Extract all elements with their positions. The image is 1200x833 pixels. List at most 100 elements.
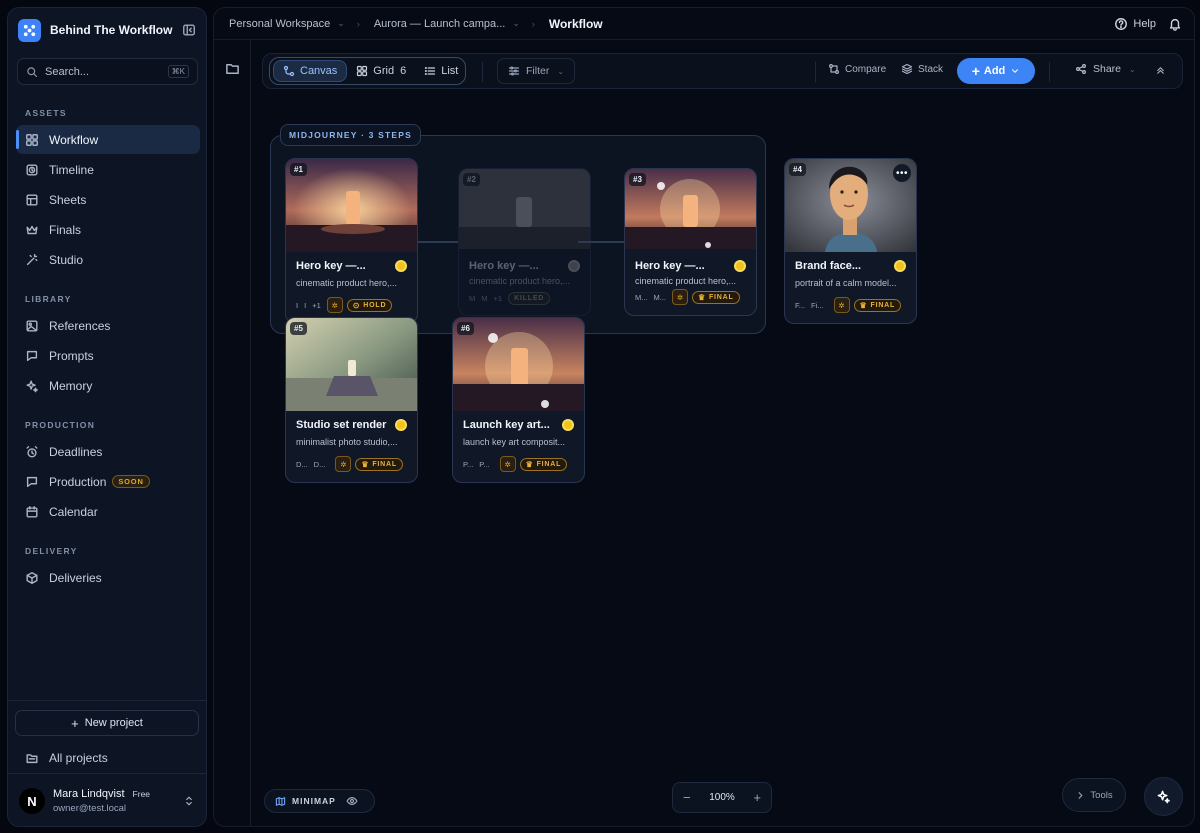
view-canvas-tab[interactable]: Canvas xyxy=(273,60,348,82)
chevron-down-icon: ⌄ xyxy=(337,18,345,28)
breadcrumb-workspace-label: Personal Workspace xyxy=(229,17,331,30)
user-email: owner@test.local xyxy=(53,803,127,814)
sidebar-item-references[interactable]: References xyxy=(16,311,200,340)
tools-button[interactable]: Tools xyxy=(1062,778,1126,812)
crown-icon: ♛ xyxy=(525,459,534,469)
search-icon xyxy=(27,66,38,77)
sidebar-item-finals[interactable]: Finals xyxy=(16,215,200,244)
sidebar-item-deadlines[interactable]: Deadlines xyxy=(16,437,200,466)
plus-icon: + xyxy=(971,63,980,79)
sidebar-item-timeline[interactable]: Timeline xyxy=(16,155,200,184)
view-list-label: List xyxy=(441,65,459,77)
crown-icon: ♛ xyxy=(698,292,706,302)
sidebar-item-label: Workflow xyxy=(49,132,99,147)
asset-card-4[interactable]: #4 ••• Brand face... portrait of a calm … xyxy=(784,158,917,324)
sidebar-item-workflow[interactable]: Workflow xyxy=(16,125,200,154)
sparkle-icon xyxy=(1157,790,1170,804)
status-pill: ♛ FINAL xyxy=(355,457,403,471)
app-logo-icon xyxy=(18,18,41,42)
minimap-label: MINIMAP xyxy=(292,796,336,806)
card-number: #3 xyxy=(629,173,646,186)
breadcrumb-workspace[interactable]: Personal Workspace ⌄ xyxy=(229,18,353,30)
sidebar-item-label: References xyxy=(49,318,111,333)
meta-item: M... xyxy=(653,292,667,302)
asset-card-1[interactable]: #1 Hero key —... cinematic product hero,… xyxy=(285,158,418,324)
status-dot xyxy=(395,260,407,272)
stack-button[interactable]: Stack xyxy=(901,63,943,75)
filter-icon xyxy=(508,66,520,76)
meta-item: Fi... xyxy=(811,300,824,310)
breadcrumb-project[interactable]: Aurora — Launch campa... ⌄ xyxy=(374,18,528,30)
share-button[interactable]: Share ⌄ xyxy=(1075,63,1136,75)
add-button[interactable]: + Add xyxy=(957,58,1035,84)
compare-button[interactable]: Compare xyxy=(828,63,886,75)
sidebar-item-production[interactable]: Production SOON xyxy=(16,467,200,496)
breadcrumb-project-label: Aurora — Launch campa... xyxy=(373,17,506,30)
sidebar-item-label: Deadlines xyxy=(49,444,103,459)
crown-icon: ♛ xyxy=(361,459,370,469)
grid-icon xyxy=(26,133,38,146)
view-list-tab[interactable]: List xyxy=(415,60,467,82)
stack-icon xyxy=(901,63,913,75)
meta-item: P... xyxy=(479,459,490,469)
brand[interactable]: Behind The Workflow xyxy=(18,17,196,43)
card-title: Launch key art... xyxy=(463,419,550,431)
chevron-down-icon: ⌄ xyxy=(557,66,565,76)
collapse-toolbar-icon[interactable] xyxy=(1155,65,1166,76)
sidebar-item-label: Production xyxy=(49,474,107,489)
sidebar-item-calendar[interactable]: Calendar xyxy=(16,497,200,526)
view-grid-tab[interactable]: Grid 6 xyxy=(347,60,415,82)
collapse-sidebar-icon[interactable] xyxy=(182,23,196,37)
folder-icon[interactable] xyxy=(225,61,240,76)
all-projects-label: All projects xyxy=(49,751,108,765)
card-title: Hero key —... xyxy=(296,260,366,272)
chevron-down-icon xyxy=(1012,69,1019,73)
minimap-toggle[interactable]: MINIMAP xyxy=(264,789,375,813)
midjourney-icon: ✲ xyxy=(335,456,352,472)
help-button[interactable]: Help xyxy=(1114,17,1156,31)
wand-icon xyxy=(26,253,38,265)
chevron-updown-icon[interactable] xyxy=(183,795,195,807)
chevron-right-icon xyxy=(1078,791,1083,799)
zoom-control: − 100% + xyxy=(672,782,772,813)
search-input[interactable]: Search... ⌘K xyxy=(17,58,198,85)
zoom-out-button[interactable]: − xyxy=(683,790,691,805)
new-project-button[interactable]: + New project xyxy=(15,710,199,736)
sidebar-item-deliveries[interactable]: Deliveries xyxy=(16,563,200,592)
meta-item: P... xyxy=(463,459,474,469)
asset-card-6[interactable]: #6 Launch key art... launch key art comp… xyxy=(452,317,585,483)
notifications-bell-icon[interactable] xyxy=(1168,17,1182,31)
zoom-level: 100% xyxy=(709,792,735,803)
card-title: Hero key —... xyxy=(469,260,539,272)
status-label: FINAL xyxy=(708,293,734,301)
view-switcher: Canvas Grid 6 List xyxy=(269,57,466,85)
plus-icon: + xyxy=(71,715,79,731)
sidebar-item-memory[interactable]: Memory xyxy=(16,371,200,400)
card-meta: D... D... ✲ ♛ FINAL xyxy=(296,456,409,472)
sidebar-item-studio[interactable]: Studio xyxy=(16,245,200,274)
ai-assistant-button[interactable] xyxy=(1144,777,1183,816)
status-dot xyxy=(395,419,407,431)
midjourney-icon: ✲ xyxy=(499,456,516,472)
zoom-in-button[interactable]: + xyxy=(753,790,761,805)
divider xyxy=(1049,62,1050,82)
more-options-icon[interactable]: ••• xyxy=(893,164,911,182)
card-title: Studio set render xyxy=(296,419,387,431)
status-pill: ♛ FINAL xyxy=(519,457,568,471)
card-meta: M... M... ✲ ♛ FINAL xyxy=(635,289,748,305)
card-description: launch key art composit... xyxy=(463,437,566,447)
search-shortcut: ⌘K xyxy=(167,65,189,78)
asset-card-5[interactable]: #5 Studio set render minimalist photo st… xyxy=(285,317,418,483)
asset-card-3[interactable]: #3 Hero key —... cinematic product hero,… xyxy=(624,168,757,316)
all-projects-link[interactable]: All projects xyxy=(16,746,108,770)
filter-button[interactable]: Filter ⌄ xyxy=(497,58,576,84)
filter-label: Filter xyxy=(526,65,550,77)
card-meta: F... Fi... ✲ ♛ FINAL xyxy=(795,297,908,313)
page-title: Workflow xyxy=(548,16,603,31)
user-menu[interactable]: N Mara Lindqvist Free owner@test.local xyxy=(8,773,206,826)
sidebar-item-sheets[interactable]: Sheets xyxy=(16,185,200,214)
sidebar-item-prompts[interactable]: Prompts xyxy=(16,341,200,370)
eye-icon[interactable] xyxy=(346,795,358,807)
asset-card-2[interactable]: #2 Hero key —... cinematic product hero,… xyxy=(458,168,591,316)
group-label: MIDJOURNEY · 3 STEPS xyxy=(280,124,422,146)
